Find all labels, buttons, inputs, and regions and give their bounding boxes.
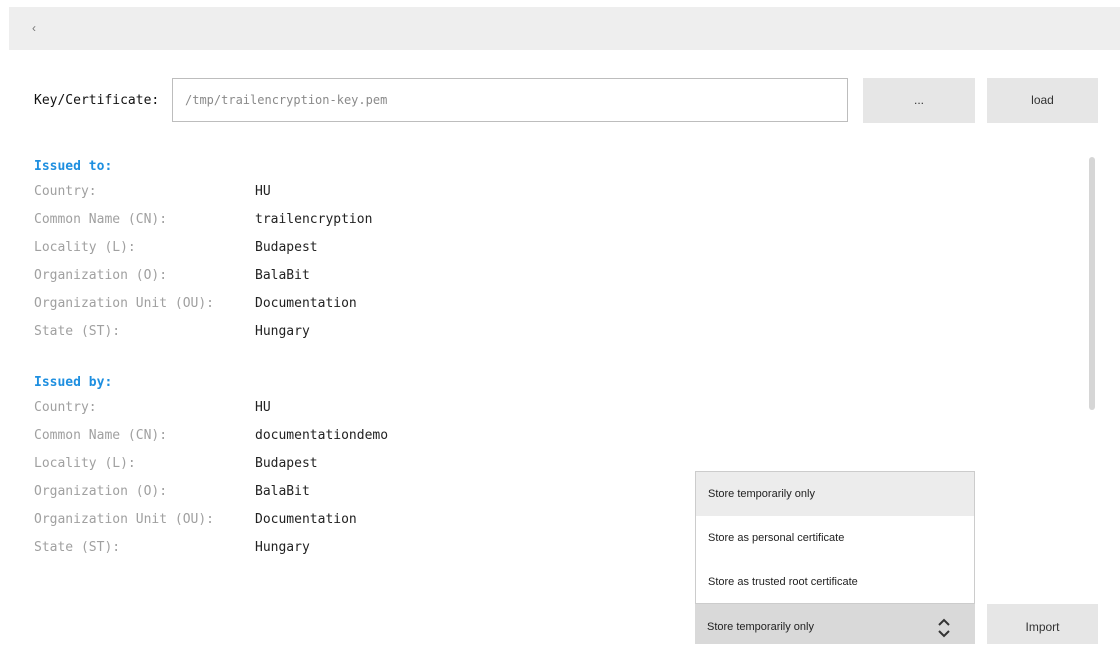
field-label: State (ST): <box>34 324 121 339</box>
store-options-dropdown: Store temporarily only Store as personal… <box>695 471 975 604</box>
issued-to-country-row: Country: HU <box>34 178 372 206</box>
field-label: Common Name (CN): <box>34 428 168 443</box>
top-bar: ‹ <box>9 7 1120 50</box>
field-label: Locality (L): <box>34 456 136 471</box>
field-label: State (ST): <box>34 540 121 555</box>
store-mode-select[interactable]: Store temporarily only <box>695 604 975 644</box>
store-option-temporary[interactable]: Store temporarily only <box>696 472 974 516</box>
field-value: BalaBit <box>255 268 310 283</box>
issued-by-locality-row: Locality (L): Budapest <box>34 450 388 478</box>
issued-by-country-row: Country: HU <box>34 394 388 422</box>
field-label: Country: <box>34 400 97 415</box>
field-label: Country: <box>34 184 97 199</box>
field-label: Organization (O): <box>34 484 168 499</box>
issued-to-section: Issued to: Country: HU Common Name (CN): t… <box>34 156 372 346</box>
chevron-left-icon: ‹ <box>32 21 36 35</box>
issued-to-locality-row: Locality (L): Budapest <box>34 234 372 262</box>
field-label: Organization Unit (OU): <box>34 296 215 311</box>
chevron-updown-icon <box>938 618 950 638</box>
field-value: Hungary <box>255 540 310 555</box>
issued-by-title: Issued by: <box>34 375 113 390</box>
issued-to-organization-unit-row: Organization Unit (OU): Documentation <box>34 290 372 318</box>
field-label: Common Name (CN): <box>34 212 168 227</box>
back-button[interactable]: ‹ <box>27 19 41 37</box>
issued-by-organization-row: Organization (O): BalaBit <box>34 478 388 506</box>
key-certificate-label: Key/Certificate: <box>34 93 160 108</box>
issued-to-state-row: State (ST): Hungary <box>34 318 372 346</box>
field-label: Organization (O): <box>34 268 168 283</box>
field-label: Organization Unit (OU): <box>34 512 215 527</box>
issued-to-common-name-row: Common Name (CN): trailencryption <box>34 206 372 234</box>
store-option-trusted-root[interactable]: Store as trusted root certificate <box>696 560 974 604</box>
issued-by-common-name-row: Common Name (CN): documentationdemo <box>34 422 388 450</box>
field-value: Budapest <box>255 456 318 471</box>
issued-to-title: Issued to: <box>34 159 113 174</box>
issued-by-state-row: State (ST): Hungary <box>34 534 388 562</box>
issued-by-organization-unit-row: Organization Unit (OU): Documentation <box>34 506 388 534</box>
field-value: Hungary <box>255 324 310 339</box>
store-option-personal[interactable]: Store as personal certificate <box>696 516 974 560</box>
field-value: Budapest <box>255 240 318 255</box>
field-label: Locality (L): <box>34 240 136 255</box>
field-value: HU <box>255 184 271 199</box>
field-value: HU <box>255 400 271 415</box>
issued-to-organization-row: Organization (O): BalaBit <box>34 262 372 290</box>
field-value: trailencryption <box>255 212 373 227</box>
field-value: Documentation <box>255 512 357 527</box>
store-mode-selected-value: Store temporarily only <box>707 621 814 633</box>
vertical-scrollbar[interactable] <box>1089 157 1095 410</box>
field-value: BalaBit <box>255 484 310 499</box>
import-button[interactable]: Import <box>987 604 1098 644</box>
key-certificate-path-input[interactable] <box>172 78 848 122</box>
issued-by-section: Issued by: Country: HU Common Name (CN): d… <box>34 372 388 562</box>
field-value: documentationdemo <box>255 428 389 443</box>
load-button[interactable]: load <box>987 78 1098 123</box>
browse-button[interactable]: ... <box>863 78 975 123</box>
field-value: Documentation <box>255 296 357 311</box>
